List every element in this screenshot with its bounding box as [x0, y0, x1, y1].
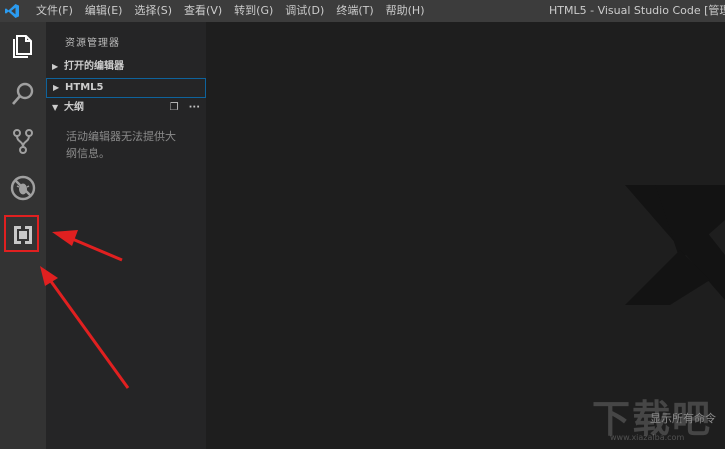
section-outline[interactable]: ▼ 大纲 ❐ ···: [46, 98, 206, 118]
explorer-sidebar: 资源管理器 ▶ 打开的编辑器 ▶ HTML5 ▼ 大纲 ❐ ··· 活动编辑器无…: [46, 22, 206, 449]
menu-edit[interactable]: 编辑(E): [85, 0, 123, 22]
vscode-logo-icon: [4, 3, 20, 19]
menu-view[interactable]: 查看(V): [184, 0, 222, 22]
section-label: HTML5: [65, 82, 104, 93]
search-icon[interactable]: [7, 78, 39, 110]
chevron-right-icon: ▶: [53, 83, 60, 92]
site-watermark-url: www.xiazaiba.com: [610, 433, 685, 442]
menu-debug[interactable]: 调试(D): [285, 0, 324, 22]
menu-terminal[interactable]: 终端(T): [336, 0, 373, 22]
section-label: 打开的编辑器: [64, 61, 124, 72]
menu-file[interactable]: 文件(F): [36, 0, 73, 22]
title-bar: 文件(F) 编辑(E) 选择(S) 查看(V) 转到(G) 调试(D) 终端(T…: [0, 0, 725, 22]
section-open-editors[interactable]: ▶ 打开的编辑器: [46, 57, 206, 77]
outline-message: 活动编辑器无法提供大纲信息。: [66, 130, 176, 160]
menu-help[interactable]: 帮助(H): [386, 0, 425, 22]
more-actions-icon[interactable]: ···: [189, 98, 200, 118]
explorer-icon[interactable]: [7, 30, 39, 62]
section-workspace[interactable]: ▶ HTML5: [46, 78, 206, 98]
menu-bar: 文件(F) 编辑(E) 选择(S) 查看(V) 转到(G) 调试(D) 终端(T…: [36, 0, 437, 22]
editor-watermark-icon: [625, 185, 725, 305]
sidebar-title: 资源管理器: [65, 38, 120, 49]
collapse-all-icon[interactable]: ❐: [170, 98, 179, 118]
outline-actions: ❐ ···: [170, 98, 200, 118]
show-all-commands-hint: 显示所有命令: [650, 412, 716, 425]
source-control-icon[interactable]: [7, 125, 39, 157]
chevron-down-icon: ▼: [52, 103, 59, 112]
no-debug-icon[interactable]: [7, 172, 39, 204]
menu-goto[interactable]: 转到(G): [234, 0, 273, 22]
activity-bar: [0, 22, 46, 449]
section-label: 大纲: [64, 102, 84, 113]
menu-selection[interactable]: 选择(S): [134, 0, 172, 22]
highlight-box: [4, 215, 39, 252]
window-title: HTML5 - Visual Studio Code [管理员]: [549, 4, 725, 17]
chevron-right-icon: ▶: [52, 62, 59, 71]
